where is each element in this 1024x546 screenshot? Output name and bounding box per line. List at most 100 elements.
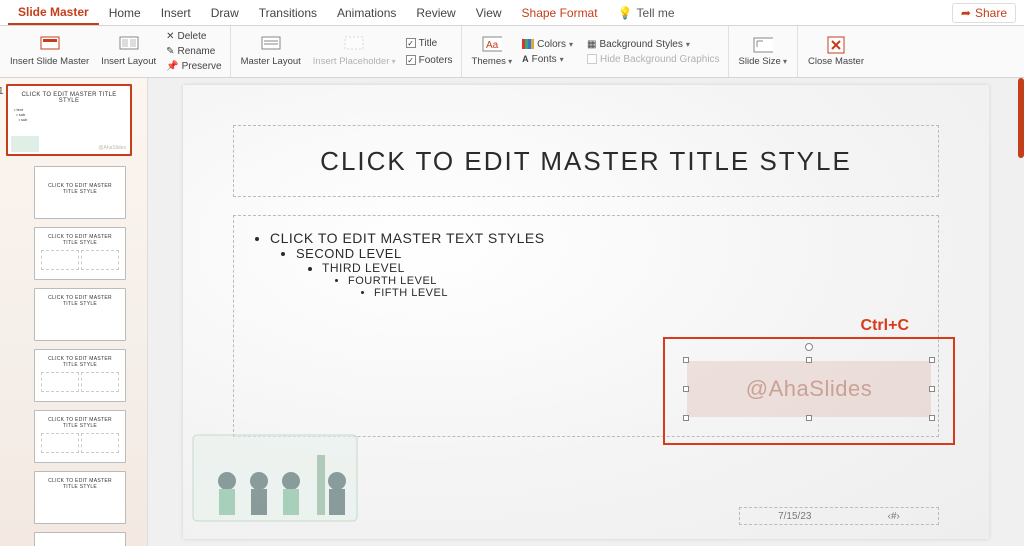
hide-background-label: Hide Background Graphics — [600, 54, 720, 65]
rotate-handle[interactable] — [805, 343, 813, 351]
footers-checkbox-label: Footers — [419, 55, 453, 66]
title-checkbox[interactable]: ✓Title — [404, 37, 455, 50]
tab-bar: Slide Master Home Insert Draw Transition… — [0, 0, 1024, 26]
close-icon — [826, 35, 846, 55]
layout-thumbnail[interactable]: CLICK TO EDIT MASTER TITLE STYLE — [34, 349, 126, 402]
ribbon-group-master-layout: Master Layout Insert Placeholder ✓Title … — [231, 26, 462, 77]
share-button[interactable]: ➦ Share — [952, 3, 1016, 23]
close-master-button[interactable]: Close Master — [804, 33, 868, 70]
lightbulb-icon: 💡 — [618, 6, 633, 20]
master-layout-button[interactable]: Master Layout — [237, 33, 305, 70]
slide-size-icon — [753, 35, 773, 55]
tell-me[interactable]: 💡 Tell me — [608, 1, 685, 25]
ribbon-group-size: Slide Size — [729, 26, 799, 77]
resize-handle[interactable] — [683, 386, 689, 392]
insert-placeholder-button[interactable]: Insert Placeholder — [309, 33, 400, 70]
background-styles-dropdown[interactable]: ▦Background Styles — [585, 38, 722, 51]
thumbnail-pane[interactable]: 1 CLICK TO EDIT MASTER TITLE STYLE • tex… — [0, 78, 148, 546]
layout-thumbnail[interactable]: CLICK TO EDIT MASTER TITLE STYLE — [34, 227, 126, 280]
preserve-label: Preserve — [182, 61, 222, 72]
layout-thumbnail[interactable]: CLICK TO EDIT MASTER TITLE STYLE — [34, 471, 126, 524]
watermark-text: @AhaSlides — [746, 376, 872, 402]
delete-icon: ✕ — [166, 31, 174, 42]
thumb-title: CLICK TO EDIT MASTER TITLE STYLE — [41, 476, 119, 492]
resize-handle[interactable] — [683, 357, 689, 363]
thumb-title: CLICK TO EDIT MASTER TITLE STYLE — [41, 232, 119, 248]
delete-label: Delete — [178, 31, 207, 42]
rename-icon: ✎ — [166, 46, 174, 57]
themes-icon: Aa — [482, 35, 502, 55]
tab-draw[interactable]: Draw — [201, 1, 249, 24]
title-checkbox-label: Title — [419, 38, 438, 49]
insert-layout-label: Insert Layout — [101, 57, 156, 68]
slide-size-label: Slide Size — [739, 57, 788, 68]
slide-canvas[interactable]: CLICK TO EDIT MASTER TITLE STYLE CLICK T… — [148, 78, 1024, 546]
insert-slide-master-button[interactable]: Insert Slide Master — [6, 33, 93, 70]
resize-handle[interactable] — [929, 357, 935, 363]
body-level3: THIRD LEVEL — [322, 261, 405, 275]
share-label: Share — [975, 6, 1007, 20]
body-level5: FIFTH LEVEL — [374, 287, 448, 299]
scrollbar-thumb[interactable] — [1018, 78, 1024, 158]
ribbon-bg-stack: ▦Background Styles Hide Background Graph… — [585, 38, 722, 66]
main-area: 1 CLICK TO EDIT MASTER TITLE STYLE • tex… — [0, 78, 1024, 546]
vertical-scrollbar[interactable] — [1018, 78, 1024, 546]
tab-transitions[interactable]: Transitions — [249, 1, 327, 24]
annotation-label: Ctrl+C — [861, 317, 909, 335]
thumbnail-number: 1 — [0, 86, 4, 97]
tab-slide-master[interactable]: Slide Master — [8, 0, 99, 25]
layout-thumbnail[interactable]: CLICK TO EDIT MASTER TITLE STYLE — [34, 410, 126, 463]
rename-label: Rename — [178, 46, 216, 57]
footers-checkbox[interactable]: ✓Footers — [404, 54, 455, 67]
tab-home[interactable]: Home — [99, 1, 151, 24]
tab-view[interactable]: View — [466, 1, 512, 24]
slide-number-placeholder[interactable]: 7/15/23 ‹#› — [739, 507, 939, 525]
title-placeholder[interactable]: CLICK TO EDIT MASTER TITLE STYLE — [233, 125, 939, 197]
resize-handle[interactable] — [929, 386, 935, 392]
resize-handle[interactable] — [683, 415, 689, 421]
colors-icon — [522, 39, 534, 49]
resize-handle[interactable] — [806, 357, 812, 363]
thumb-title: CLICK TO EDIT MASTER TITLE STYLE — [41, 181, 119, 197]
ribbon-theme-stack: Colors AFonts — [520, 38, 575, 66]
layout-thumbnail[interactable] — [34, 532, 126, 546]
layout-thumbnail[interactable]: CLICK TO EDIT MASTER TITLE STYLE — [34, 166, 126, 219]
master-layout-icon — [261, 35, 281, 55]
insert-placeholder-label: Insert Placeholder — [313, 57, 396, 68]
ribbon-group-close: Close Master — [798, 26, 874, 77]
colors-label: Colors — [537, 39, 566, 50]
title-text: CLICK TO EDIT MASTER TITLE STYLE — [320, 146, 852, 177]
themes-button[interactable]: Aa Themes — [468, 33, 517, 70]
fonts-dropdown[interactable]: AFonts — [520, 53, 575, 66]
tab-insert[interactable]: Insert — [151, 1, 201, 24]
slide-size-button[interactable]: Slide Size — [735, 33, 792, 70]
svg-text:Aa: Aa — [486, 40, 499, 51]
slide-number-text: ‹#› — [888, 511, 900, 522]
selected-shape[interactable]: @AhaSlides — [687, 361, 931, 417]
tab-animations[interactable]: Animations — [327, 1, 406, 24]
master-thumbnail[interactable]: 1 CLICK TO EDIT MASTER TITLE STYLE • tex… — [6, 84, 132, 156]
background-styles-label: Background Styles — [599, 39, 682, 50]
delete-button[interactable]: ✕ Delete — [164, 30, 223, 43]
ribbon: Insert Slide Master Insert Layout ✕ Delet… — [0, 26, 1024, 78]
insert-slide-master-label: Insert Slide Master — [10, 57, 89, 68]
hide-background-checkbox[interactable]: Hide Background Graphics — [585, 53, 722, 66]
master-layout-label: Master Layout — [241, 57, 301, 68]
placeholder-icon — [344, 35, 364, 55]
decorative-illustration — [187, 425, 363, 531]
tab-shape-format[interactable]: Shape Format — [512, 1, 608, 24]
thumb-title: CLICK TO EDIT MASTER TITLE STYLE — [41, 354, 119, 370]
share-icon: ➦ — [961, 6, 971, 20]
layout-thumbnail[interactable]: CLICK TO EDIT MASTER TITLE STYLE — [34, 288, 126, 341]
fonts-icon: A — [522, 54, 529, 64]
resize-handle[interactable] — [929, 415, 935, 421]
rename-button[interactable]: ✎ Rename — [164, 45, 223, 58]
colors-dropdown[interactable]: Colors — [520, 38, 575, 51]
insert-layout-button[interactable]: Insert Layout — [97, 33, 160, 70]
thumb-title: CLICK TO EDIT MASTER TITLE STYLE — [14, 90, 124, 106]
tab-review[interactable]: Review — [406, 1, 465, 24]
resize-handle[interactable] — [806, 415, 812, 421]
ribbon-group-themes: Aa Themes Colors AFonts ▦Background Styl… — [462, 26, 729, 77]
annotation-box: @AhaSlides — [663, 337, 955, 445]
preserve-button[interactable]: 📌Preserve — [164, 60, 223, 73]
